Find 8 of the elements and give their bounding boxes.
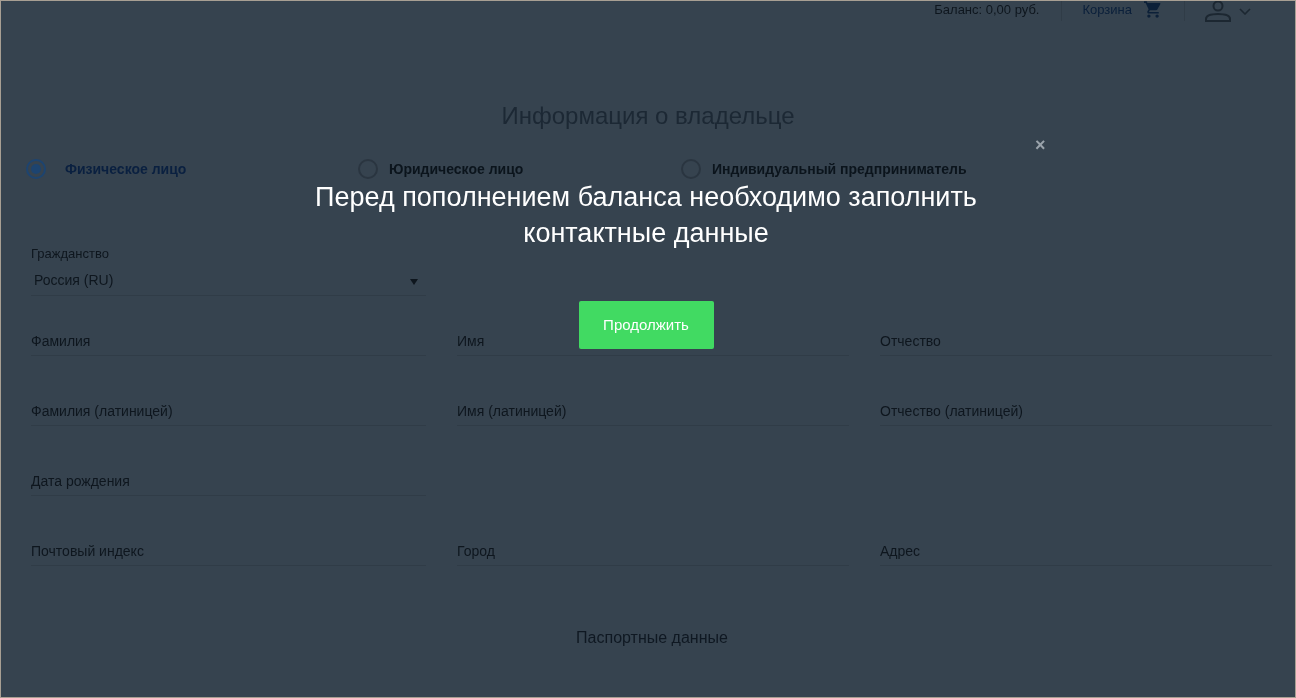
user-icon[interactable]	[1205, 1, 1231, 22]
close-button[interactable]: ×	[1035, 135, 1046, 155]
chevron-down-icon[interactable]	[1239, 8, 1251, 15]
cart-icon[interactable]	[1144, 1, 1162, 18]
radio-button[interactable]	[26, 159, 46, 179]
dialog-message: Перед пополнением баланса необходимо заполнить контактные данные	[314, 181, 978, 250]
continue-button[interactable]: Продолжить	[578, 301, 714, 349]
caret-icon	[410, 279, 418, 285]
